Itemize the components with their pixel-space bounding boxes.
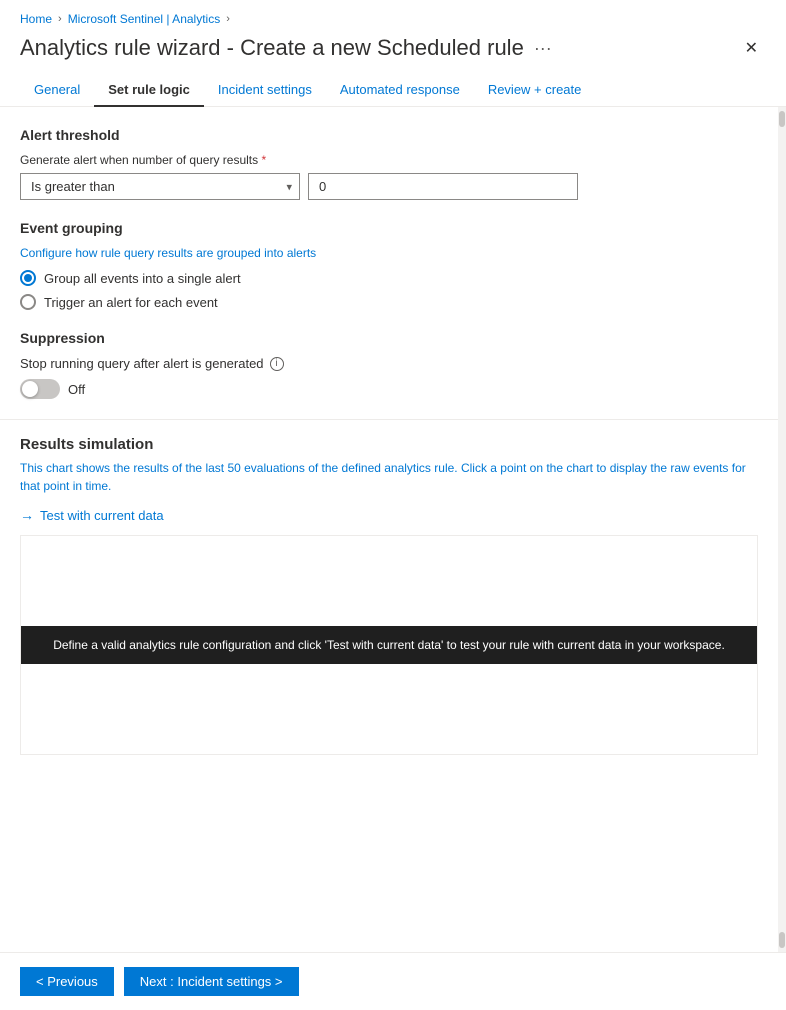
suppression-title: Suppression [20,330,758,346]
toggle-knob [22,381,38,397]
info-icon[interactable]: i [270,357,284,371]
test-link-label: Test with current data [40,508,164,523]
results-simulation-title: Results simulation [20,436,758,453]
threshold-row: Is greater than Is less than Is equal to… [20,173,758,200]
required-marker: * [261,153,266,167]
test-with-current-data-link[interactable]: → Test with current data [20,507,758,523]
radio-group-all-indicator [20,270,36,286]
toggle-state-label: Off [68,382,85,397]
threshold-dropdown[interactable]: Is greater than Is less than Is equal to… [20,173,300,200]
event-grouping-section: Event grouping Configure how rule query … [20,220,758,310]
threshold-number-input[interactable] [308,173,578,200]
breadcrumb-home[interactable]: Home [20,12,52,26]
close-button[interactable]: ✕ [737,34,766,62]
footer: < Previous Next : Incident settings > [0,952,786,1010]
tab-incident-settings[interactable]: Incident settings [204,74,326,107]
alert-threshold-title: Alert threshold [20,127,758,143]
tab-review-create[interactable]: Review + create [474,74,596,107]
next-button[interactable]: Next : Incident settings > [124,967,299,996]
breadcrumb-sep-1: › [56,13,64,25]
threshold-select-wrapper: Is greater than Is less than Is equal to… [20,173,300,200]
event-grouping-title: Event grouping [20,220,758,236]
breadcrumb: Home › Microsoft Sentinel | Analytics › [0,0,786,30]
results-simulation-section: Results simulation This chart shows the … [20,436,758,755]
page-title-bar: Analytics rule wizard - Create a new Sch… [0,30,786,74]
radio-group-all[interactable]: Group all events into a single alert [20,270,758,286]
suppression-label: Stop running query after alert is genera… [20,356,264,371]
alert-threshold-section: Alert threshold Generate alert when numb… [20,127,758,200]
radio-group-all-label: Group all events into a single alert [44,271,241,286]
suppression-section: Suppression Stop running query after ale… [20,330,758,399]
radio-trigger-each[interactable]: Trigger an alert for each event [20,294,758,310]
breadcrumb-sentinel[interactable]: Microsoft Sentinel | Analytics [68,12,221,26]
previous-button[interactable]: < Previous [20,967,114,996]
results-simulation-desc: This chart shows the results of the last… [20,459,758,495]
scrollbar-track[interactable] [778,107,786,952]
breadcrumb-sep-2: › [224,13,232,25]
chart-container: Define a valid analytics rule configurat… [20,535,758,755]
arrow-right-icon: → [20,507,34,523]
tab-set-rule-logic[interactable]: Set rule logic [94,74,204,107]
event-grouping-helper: Configure how rule query results are gro… [20,246,758,260]
tab-automated-response[interactable]: Automated response [326,74,474,107]
ellipsis-menu-button[interactable]: ··· [534,38,552,59]
bottom-spacer [20,775,758,795]
tab-general[interactable]: General [20,74,94,107]
results-desc-part1: This chart shows the results of the [20,461,202,475]
radio-trigger-each-label: Trigger an alert for each event [44,295,218,310]
threshold-field-label: Generate alert when number of query resu… [20,153,758,167]
radio-trigger-each-indicator [20,294,36,310]
tabs-bar: General Set rule logic Incident settings… [0,74,786,107]
chart-message: Define a valid analytics rule configurat… [21,626,757,664]
section-divider [0,419,778,420]
suppression-row: Stop running query after alert is genera… [20,356,758,371]
results-desc-highlight: last 50 evaluations [205,461,304,475]
page-title: Analytics rule wizard - Create a new Sch… [20,35,524,61]
toggle-row: Off [20,379,758,399]
scrollbar-thumb-top[interactable] [779,111,785,127]
content-area: Alert threshold Generate alert when numb… [0,107,778,952]
event-grouping-options: Group all events into a single alert Tri… [20,270,758,310]
suppression-toggle[interactable] [20,379,60,399]
main-content: Alert threshold Generate alert when numb… [0,107,786,952]
page-wrapper: Home › Microsoft Sentinel | Analytics › … [0,0,786,1010]
scrollbar-thumb-bottom[interactable] [779,932,785,948]
